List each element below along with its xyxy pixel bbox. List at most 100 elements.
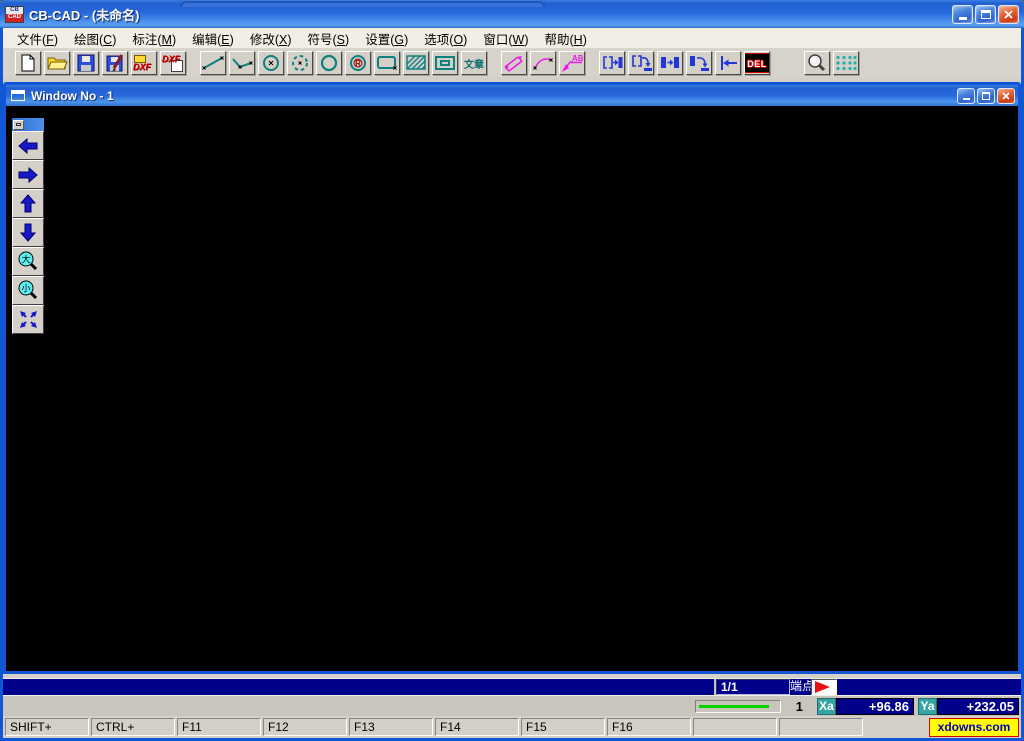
menu-item-window[interactable]: 窗口(W) [475,27,536,50]
child-window: Window No - 1 [3,82,1021,674]
child-title-bar[interactable]: Window No - 1 [6,85,1018,106]
grid-points-button[interactable] [833,51,859,75]
hatch-icon [404,53,428,73]
fkey-cell-f11: F11 [177,718,261,736]
toolbar-group-dimension: AB [501,51,588,75]
menu-item-symbol[interactable]: 符号(S) [300,27,358,50]
open-folder-icon [45,53,69,73]
hatch-tool-button[interactable] [403,51,429,75]
arc-icon [288,53,312,73]
fkey-cell-empty-2 [779,718,863,736]
child-minimize-button[interactable] [957,88,975,104]
y-coordinate-value: +232.05 [937,698,1019,715]
pan-up-button[interactable] [12,189,44,218]
circle-radius-tool-button[interactable]: R [345,51,371,75]
pan-right-button[interactable] [12,160,44,189]
leader-tool-button[interactable]: AB [559,51,585,75]
window-body: 文件(F) 绘图(C) 标注(M) 编辑(E) 修改(X) 符号(S) 设置(G… [0,28,1024,741]
fkey-cell-empty-1 [693,718,777,736]
fkey-cell-f15: F15 [521,718,605,736]
dxf-import-button[interactable]: DXF [131,51,157,75]
zoom-fit-button[interactable] [12,305,44,334]
drawing-canvas[interactable]: 大 小 [6,106,1018,671]
snap-mode-label: 端点 [790,679,811,695]
rectangle-tool-button[interactable] [374,51,400,75]
child-maximize-button[interactable] [977,88,995,104]
application-window: CB CAD CB-CAD - (未命名) 文件(F) 绘图(C) 标注(M) … [0,0,1024,741]
view-palette: 大 小 [12,118,44,334]
polyline-tool-button[interactable] [229,51,255,75]
text-tool-button[interactable]: 文章 [461,51,487,75]
move-selection-button[interactable] [628,51,654,75]
delete-button[interactable]: DEL [744,51,770,75]
dxf-export-button[interactable]: DXF [160,51,186,75]
menu-item-dimension[interactable]: 标注(M) [124,27,184,50]
copy-selection-button[interactable] [599,51,625,75]
palette-collapse-button[interactable] [13,120,24,130]
delete-icon: DEL [744,53,770,73]
toolbar-group-view [804,51,862,75]
frame-tool-button[interactable] [432,51,458,75]
window-controls [950,5,1019,24]
new-file-button[interactable] [15,51,41,75]
status-message-area [3,679,716,695]
pan-down-button[interactable] [12,218,44,247]
trim-to-edge-icon [716,53,740,73]
palette-collapse-icon [16,123,21,126]
open-file-button[interactable] [44,51,70,75]
rectangle-icon [375,53,399,73]
palette-title-bar[interactable] [12,118,44,131]
progress-indicator [695,700,781,713]
dimension-angular-button[interactable] [530,51,556,75]
circle-center-point-icon [259,53,283,73]
save-edit-icon [103,53,127,73]
save-button[interactable] [73,51,99,75]
x-coordinate-label: Xa [817,698,836,715]
move-object-button[interactable] [686,51,712,75]
circle-tool-button[interactable] [316,51,342,75]
zoom-in-button[interactable]: 大 [12,247,44,276]
svg-text:小: 小 [21,284,30,294]
minimize-button[interactable] [952,5,973,24]
zoom-out-button[interactable]: 小 [12,276,44,305]
maximize-button[interactable] [975,5,996,24]
menu-item-settings[interactable]: 设置(G) [357,27,416,50]
copy-object-button[interactable] [657,51,683,75]
dimension-aligned-button[interactable] [501,51,527,75]
toolbar-group-draw: R 文章 [200,51,490,75]
circle-center-tool-button[interactable] [258,51,284,75]
zoom-tool-button[interactable] [804,51,830,75]
child-close-button[interactable] [997,88,1015,104]
save-as-button[interactable] [102,51,128,75]
main-toolbar: DXF DXF [3,49,1021,77]
menu-item-draw[interactable]: 绘图(C) [66,27,124,50]
app-icon-bottom-text: CAD [6,14,23,22]
snap-flag-button[interactable] [811,679,837,695]
arc-tool-button[interactable] [287,51,313,75]
child-window-icon [11,90,25,101]
close-button[interactable] [998,5,1019,24]
status-bar-top: 1/1 端点 [3,678,1021,695]
trim-to-edge-button[interactable] [715,51,741,75]
status-right-area [837,679,1021,695]
app-icon: CB CAD [5,6,24,23]
menu-item-edit[interactable]: 编辑(E) [184,27,242,50]
svg-text:AB: AB [572,54,584,63]
fkey-cell-ctrl: CTRL+ [91,718,175,736]
title-bar[interactable]: CB CAD CB-CAD - (未命名) [0,0,1024,28]
menu-item-modify[interactable]: 修改(X) [242,27,300,50]
pan-left-button[interactable] [12,131,44,160]
toolbar-group-file: DXF DXF [15,51,189,75]
text-tool-icon: 文章 [464,56,484,71]
menu-item-options[interactable]: 选项(O) [416,27,475,50]
menu-item-file[interactable]: 文件(F) [9,27,66,50]
svg-text:大: 大 [21,254,30,265]
dimension-angular-icon [531,53,555,73]
dxf-export-icon: DXF [162,54,184,72]
move-selection-icon [629,53,653,73]
watermark-badge: xdowns.com [929,718,1019,737]
menu-item-help[interactable]: 帮助(H) [537,27,595,50]
pan-left-icon [17,137,39,155]
circle-radius-icon: R [346,53,370,73]
line-tool-button[interactable] [200,51,226,75]
